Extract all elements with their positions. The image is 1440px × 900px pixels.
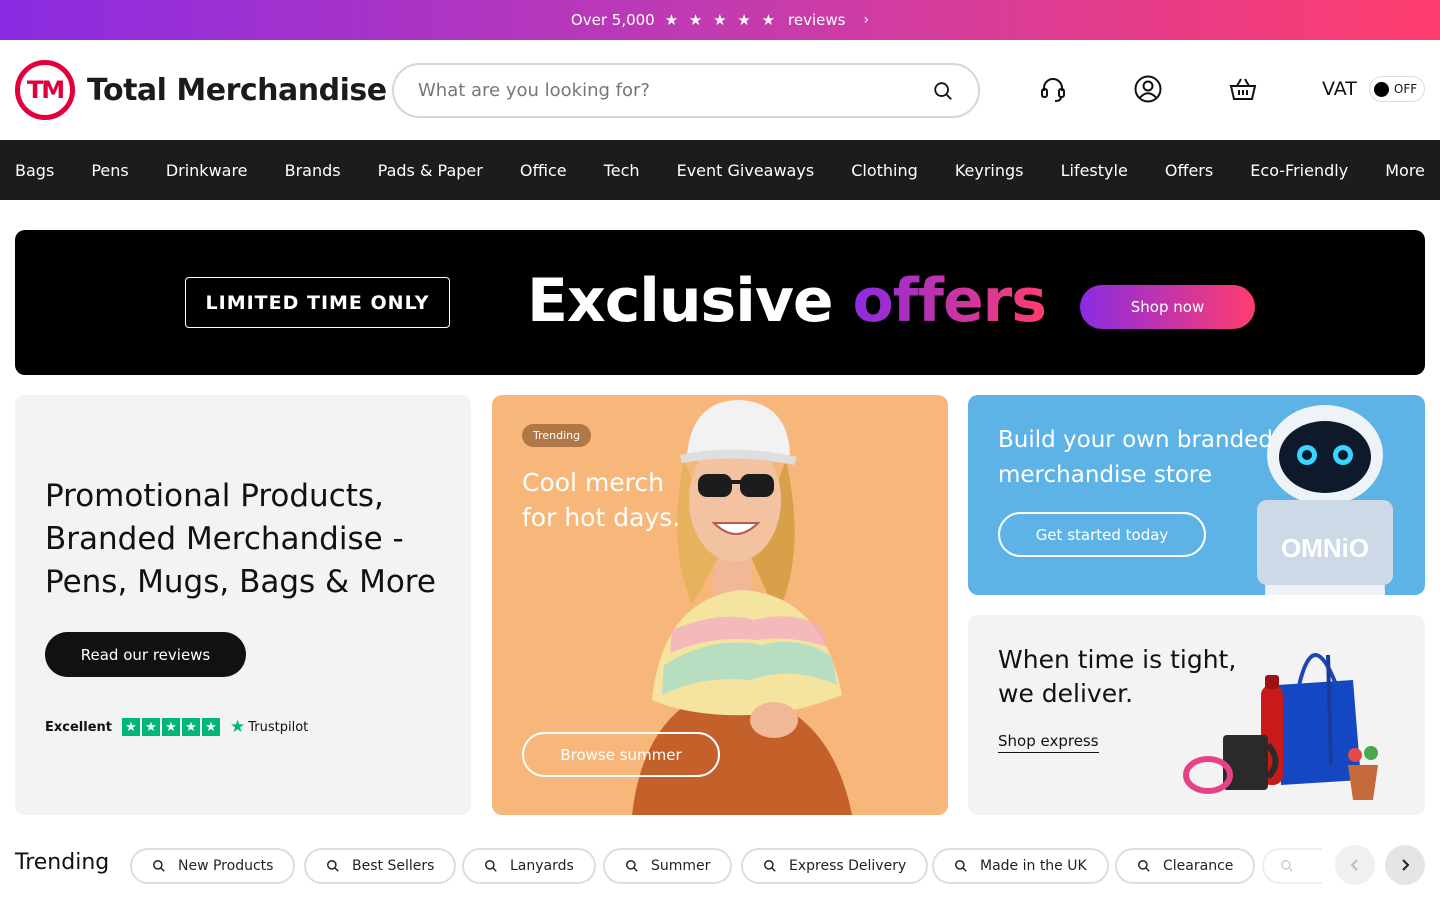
express-title: When time is tight, we deliver. [998, 643, 1236, 711]
nav-item-bags[interactable]: Bags [15, 161, 54, 180]
banner-title-accent: offers [852, 266, 1047, 336]
trustpilot-star-icon: ★ [230, 717, 246, 737]
chip-partial[interactable] [1262, 848, 1322, 884]
trustpilot-logo: ★ Trustpilot [230, 717, 308, 737]
chip-label: Summer [651, 858, 711, 874]
search-input[interactable] [418, 80, 932, 101]
trustpilot-widget[interactable]: Excellent ★ ★ ★ ★ ★ ★ Trustpilot [45, 717, 308, 737]
promo-count: Over 5,000 [570, 11, 655, 29]
chevron-left-icon [1350, 859, 1358, 871]
shop-express-link[interactable]: Shop express [998, 732, 1099, 753]
rating-stars-icon: ★ ★ ★ ★ ★ [664, 11, 779, 29]
main-nav: Bags Pens Drinkware Brands Pads & Paper … [0, 140, 1440, 200]
omnio-title: Build your own branded merchandise store [998, 427, 1273, 488]
browse-summer-button[interactable]: Browse summer [522, 732, 720, 777]
search-icon [1138, 860, 1150, 872]
carousel-next-button[interactable] [1385, 845, 1425, 885]
hero-card: Promotional Products, Branded Merchandis… [15, 395, 471, 815]
carousel-prev-button[interactable] [1335, 845, 1375, 885]
express-title-line1: When time is tight, [998, 645, 1237, 674]
chip-best-sellers[interactable]: Best Sellers [304, 848, 457, 884]
search-icon [327, 860, 339, 872]
chip-new-products[interactable]: New Products [130, 848, 296, 884]
omnio-card[interactable]: OMNiO Build your own branded merchandise… [968, 395, 1425, 595]
trending-title: Trending [15, 850, 110, 875]
logo-text: Total Merchandise [87, 72, 387, 108]
limited-time-label: LIMITED TIME ONLY [185, 277, 450, 328]
search-icon [485, 860, 497, 872]
trustpilot-stars-icon: ★ ★ ★ ★ ★ [122, 718, 220, 736]
search-bar[interactable] [392, 63, 980, 118]
toggle-knob [1373, 81, 1389, 97]
banner-title-main: Exclusive [527, 266, 834, 336]
vat-toggle[interactable]: OFF [1368, 76, 1425, 102]
promo-reviews-label: reviews [788, 11, 846, 29]
nav-item-pens[interactable]: Pens [91, 161, 128, 180]
nav-item-offers[interactable]: Offers [1165, 161, 1213, 180]
chip-label: Lanyards [510, 858, 574, 874]
nav-item-event-giveaways[interactable]: Event Giveaways [677, 161, 815, 180]
chevron-right-icon [1402, 859, 1410, 871]
summer-title-line1: Cool merch [522, 468, 664, 497]
search-icon [955, 860, 967, 872]
site-logo[interactable]: TM Total Merchandise [15, 60, 387, 120]
search-icon[interactable] [932, 80, 954, 102]
get-started-button[interactable]: Get started today [998, 512, 1206, 557]
nav-item-drinkware[interactable]: Drinkware [166, 161, 248, 180]
summer-card[interactable]: Trending Cool merch for hot days. Browse… [492, 395, 948, 815]
summer-title: Cool merch for hot days. [522, 465, 680, 535]
chip-label: Express Delivery [789, 858, 907, 874]
trustpilot-brand: Trustpilot [248, 719, 309, 735]
nav-item-lifestyle[interactable]: Lifestyle [1061, 161, 1128, 180]
express-card[interactable]: When time is tight, we deliver. Shop exp… [968, 615, 1425, 815]
omnio-brand-text: OMNiO [1281, 533, 1369, 563]
nav-item-tech[interactable]: Tech [604, 161, 640, 180]
search-icon [1281, 860, 1293, 872]
chip-express-delivery[interactable]: Express Delivery [741, 848, 929, 884]
shop-now-button[interactable]: Shop now [1080, 285, 1255, 329]
chip-lanyards[interactable]: Lanyards [462, 848, 596, 884]
chip-summer[interactable]: Summer [603, 848, 733, 884]
chip-made-in-uk[interactable]: Made in the UK [932, 848, 1109, 884]
trending-badge: Trending [522, 424, 592, 447]
logo-mark-icon: TM [15, 60, 75, 120]
chip-label: Clearance [1163, 858, 1234, 874]
search-icon [764, 860, 776, 872]
search-icon [626, 860, 638, 872]
site-header: TM Total Merchandise VAT OFF [0, 40, 1440, 140]
trust-rating-label: Excellent [45, 719, 112, 735]
search-icon [153, 860, 165, 872]
nav-item-clothing[interactable]: Clothing [851, 161, 918, 180]
chip-clearance[interactable]: Clearance [1115, 848, 1256, 884]
vat-toggle-state: OFF [1393, 82, 1418, 96]
read-reviews-button[interactable]: Read our reviews [45, 632, 246, 677]
nav-item-eco-friendly[interactable]: Eco-Friendly [1250, 161, 1348, 180]
vat-switch[interactable]: VAT OFF [1322, 76, 1425, 102]
chip-label: Made in the UK [980, 858, 1087, 874]
summer-title-line2: for hot days. [522, 503, 681, 532]
account-icon[interactable] [1133, 74, 1163, 104]
basket-icon[interactable] [1228, 74, 1258, 104]
chevron-right-icon: › [863, 12, 870, 28]
headset-icon[interactable] [1038, 74, 1068, 104]
express-title-line2: we deliver. [998, 679, 1134, 708]
vat-label: VAT [1322, 78, 1357, 100]
banner-title: Exclusive offers [527, 266, 1047, 336]
hero-title: Promotional Products, Branded Merchandis… [45, 478, 436, 600]
nav-item-office[interactable]: Office [520, 161, 567, 180]
nav-item-brands[interactable]: Brands [285, 161, 341, 180]
nav-item-pads-paper[interactable]: Pads & Paper [378, 161, 483, 180]
chip-label: Best Sellers [352, 858, 435, 874]
nav-item-keyrings[interactable]: Keyrings [955, 161, 1024, 180]
offers-banner[interactable]: LIMITED TIME ONLY Exclusive offers Shop … [15, 230, 1425, 375]
promo-bar[interactable]: Over 5,000 ★ ★ ★ ★ ★ reviews › [0, 0, 1440, 40]
nav-item-more[interactable]: More [1385, 161, 1425, 180]
chip-label: New Products [178, 858, 274, 874]
